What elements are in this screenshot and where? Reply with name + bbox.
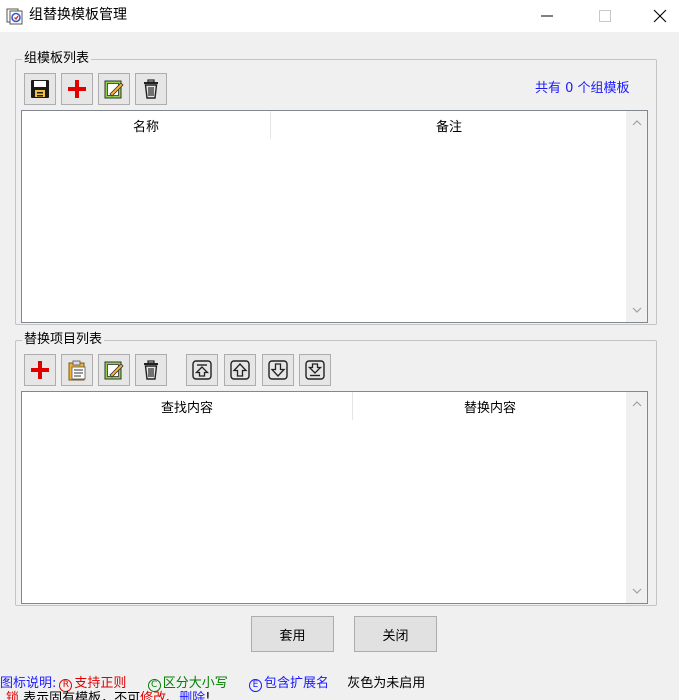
paste-icon bbox=[68, 360, 86, 381]
move-top-icon bbox=[192, 360, 212, 380]
replace-items-title: 替换项目列表 bbox=[22, 332, 105, 348]
chevron-up-icon bbox=[632, 120, 641, 126]
add-item-button[interactable] bbox=[24, 354, 56, 386]
title-bar: 组替换模板管理 bbox=[0, 0, 679, 32]
move-up-icon bbox=[230, 360, 250, 380]
scroll-up-button[interactable] bbox=[626, 394, 647, 414]
close-button[interactable]: 关闭 bbox=[354, 616, 437, 652]
apply-button[interactable]: 套用 bbox=[251, 616, 334, 652]
legend-regex: 支持正则 bbox=[74, 676, 127, 691]
legend-lock-note: 锁 表示固有模板，不可修改、删除! bbox=[6, 691, 210, 700]
delete-icon bbox=[144, 360, 158, 380]
edit-template-button[interactable] bbox=[98, 73, 130, 105]
column-header-find[interactable]: 查找内容 bbox=[22, 392, 353, 420]
save-template-button[interactable] bbox=[24, 73, 56, 105]
legend-prefix: 图标说明: bbox=[0, 676, 57, 691]
minimize-icon bbox=[541, 15, 553, 17]
legend-extension: 包含扩展名 bbox=[263, 676, 329, 691]
edit-icon bbox=[104, 361, 124, 380]
move-down-icon bbox=[268, 360, 288, 380]
scroll-down-button[interactable] bbox=[626, 300, 647, 320]
move-bottom-icon bbox=[305, 360, 325, 380]
lock-icon: 锁 bbox=[6, 691, 20, 700]
column-header-note[interactable]: 备注 bbox=[271, 111, 627, 139]
chevron-down-icon bbox=[632, 588, 641, 594]
legend-lock-modify: 修改 bbox=[140, 691, 167, 700]
edit-item-button[interactable] bbox=[98, 354, 130, 386]
add-template-button[interactable] bbox=[61, 73, 93, 105]
legend-case: 区分大小写 bbox=[162, 676, 228, 691]
extension-icon: E bbox=[248, 679, 262, 692]
move-top-button[interactable] bbox=[186, 354, 218, 386]
legend-lock-sep: 、 bbox=[166, 691, 180, 700]
legend-lock-text-a: 表示固有模板，不可 bbox=[23, 691, 141, 700]
delete-item-button[interactable] bbox=[135, 354, 167, 386]
move-up-button[interactable] bbox=[224, 354, 256, 386]
close-icon bbox=[653, 9, 666, 23]
icon-legend: 图标说明: R 支持正则 C 区分大小写 E 包含扩展名 灰色为未启用 bbox=[0, 676, 425, 692]
scroll-down-button[interactable] bbox=[626, 581, 647, 601]
legend-gray: 灰色为未启用 bbox=[347, 676, 426, 691]
app-icon bbox=[6, 8, 23, 25]
maximize-button[interactable] bbox=[582, 0, 628, 32]
minimize-button[interactable] bbox=[524, 0, 570, 32]
group-template-title: 组模板列表 bbox=[22, 51, 92, 67]
move-bottom-button[interactable] bbox=[299, 354, 331, 386]
window-title: 组替换模板管理 bbox=[29, 7, 127, 23]
scroll-up-button[interactable] bbox=[626, 113, 647, 133]
chevron-up-icon bbox=[632, 401, 641, 407]
column-header-replace[interactable]: 替换内容 bbox=[353, 392, 627, 420]
delete-icon bbox=[144, 79, 158, 99]
chevron-down-icon bbox=[632, 307, 641, 313]
column-header-name[interactable]: 名称 bbox=[22, 111, 271, 139]
group-template-list-header: 名称 备注 bbox=[22, 111, 627, 139]
close-window-button[interactable] bbox=[640, 0, 679, 32]
replace-items-list-header: 查找内容 替换内容 bbox=[22, 392, 627, 420]
add-icon bbox=[31, 361, 49, 379]
move-down-button[interactable] bbox=[262, 354, 294, 386]
legend-lock-end: ! bbox=[205, 691, 211, 700]
paste-item-button[interactable] bbox=[61, 354, 93, 386]
template-count-label: 共有 0 个组模板 bbox=[535, 81, 630, 96]
add-icon bbox=[68, 80, 86, 98]
edit-icon bbox=[104, 80, 124, 99]
group-template-scrollbar[interactable] bbox=[626, 111, 647, 322]
delete-template-button[interactable] bbox=[135, 73, 167, 105]
group-template-list[interactable]: 名称 备注 bbox=[21, 110, 648, 323]
template-manager-window: 组替换模板管理 组模板列表 共有 0 个组模板 名称 备注 替换项目列表 查找内… bbox=[0, 0, 679, 700]
replace-items-scrollbar[interactable] bbox=[626, 392, 647, 603]
save-icon bbox=[31, 80, 49, 98]
maximize-icon bbox=[599, 10, 611, 22]
legend-lock-delete: 删除 bbox=[179, 691, 206, 700]
replace-items-list[interactable]: 查找内容 替换内容 bbox=[21, 391, 648, 604]
